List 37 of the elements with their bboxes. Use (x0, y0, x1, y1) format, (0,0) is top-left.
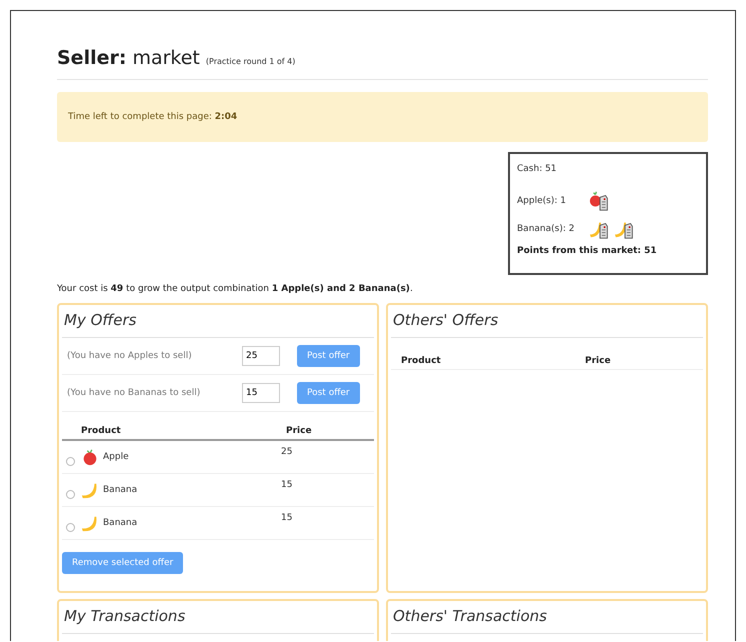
offer-form-label: (You have no Bananas to sell) (66, 388, 202, 398)
banana-icon (81, 514, 99, 532)
round-label: (Practice round 1 of 4) (206, 57, 296, 66)
product-name: Banana (103, 485, 138, 495)
offer-radio[interactable] (66, 522, 75, 532)
cost-text: Your cost is 49 to grow the output combination 1 Apple(s) and 2 Banana(s). (57, 284, 414, 294)
post-offer-button[interactable]: Post offer (297, 382, 360, 404)
inventory-label: Apple(s): 1 (517, 196, 567, 206)
points-label: Points from this market: 51 (517, 246, 658, 256)
post-offer-button[interactable]: Post offer (297, 345, 360, 367)
panel-title: My Offers (62, 309, 374, 338)
panel-title: Others' Offers (391, 309, 703, 338)
apple-tag-icon (589, 190, 611, 212)
column-header: Price (585, 356, 611, 366)
offer-radio[interactable] (66, 456, 75, 466)
offer-radio[interactable] (66, 490, 75, 498)
timer-text: Time left to complete this page: 2:04 (68, 112, 238, 122)
offer-form-label: (You have no Apples to sell) (66, 351, 193, 361)
market-name: market (132, 47, 200, 69)
banana-icon (81, 481, 99, 499)
column-header: Product (80, 426, 122, 436)
remove-offer-button[interactable]: Remove selected offer (62, 552, 184, 574)
apple-icon (81, 448, 99, 466)
price-cell: 25 (281, 447, 292, 457)
cash-label: Cash: 51 (517, 164, 558, 174)
price-input[interactable]: 25 (242, 346, 280, 366)
price-cell: 15 (281, 480, 292, 490)
panel-title: Others' Transactions (391, 605, 703, 634)
product-name: Banana (103, 518, 138, 528)
price-input[interactable]: 15 (242, 383, 280, 403)
column-header: Price (286, 426, 312, 436)
product-name: Apple (103, 452, 130, 462)
column-header: Product (400, 356, 442, 366)
page-title: Seller: (57, 47, 126, 69)
panel-title: My Transactions (62, 605, 374, 634)
price-cell: 15 (281, 513, 292, 523)
inventory-label: Banana(s): 2 (517, 224, 576, 234)
